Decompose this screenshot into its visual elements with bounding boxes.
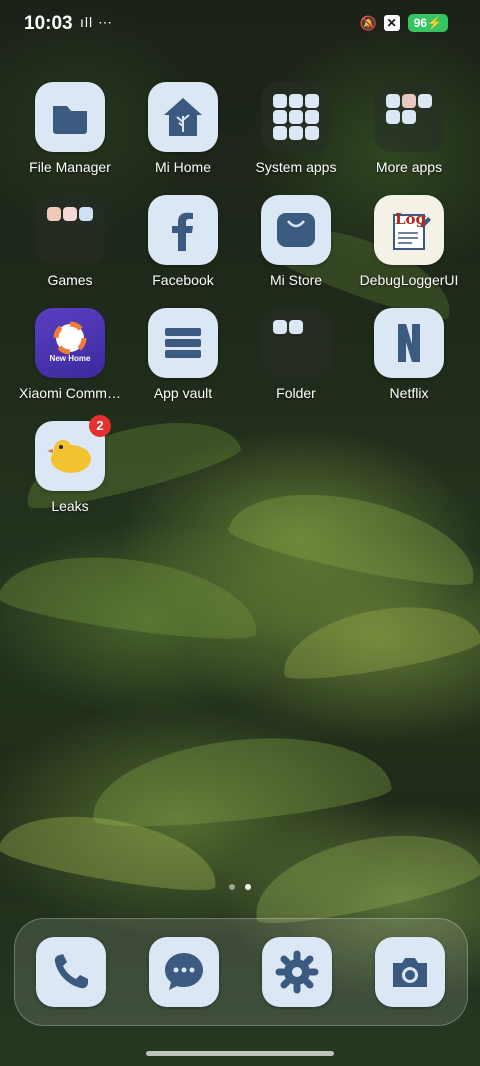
app-app-vault[interactable]: App vault [127,308,239,420]
page-dot[interactable] [229,884,235,890]
camera-icon[interactable] [375,937,445,1007]
app-mini-icon [402,94,416,108]
game-mini-icon [79,207,93,221]
home-gesture-bar[interactable] [146,1051,334,1056]
new-home-text: New Home [49,354,91,363]
app-label: Netflix [389,385,429,401]
log-icon-text: Log [395,210,427,228]
foliage [86,724,394,836]
folder-icon [35,82,105,152]
shopping-bag-icon [261,195,331,265]
app-label: Xiaomi Comm… [19,385,121,401]
app-label: Folder [276,385,316,401]
compass-mini-icon [273,126,287,140]
app-folder-system-apps[interactable]: System apps [240,82,352,194]
app-label: More apps [375,159,443,175]
app-netflix[interactable]: Netflix [353,308,465,420]
app-label: Facebook [152,272,214,288]
app-folder-icon [261,308,331,378]
app-facebook[interactable]: Facebook [127,195,239,307]
app-label: Games [47,272,93,288]
recorder-mini-icon [289,126,303,140]
phone-icon[interactable] [36,937,106,1007]
clock-mini-icon [289,320,303,334]
page-dot-active[interactable] [245,884,251,890]
app-xiaomi-community[interactable]: New Home Xiaomi Comm… [14,308,126,420]
app-mi-home[interactable]: Mi Home [127,82,239,194]
app-label: Leaks [51,498,89,514]
log-icon: Log [374,195,444,265]
contacts-mini-icon [273,94,287,108]
app-label: DebugLoggerUI [359,272,459,288]
home-tree-icon [148,82,218,152]
spotify-mini-icon [402,110,416,124]
app-debuglogger[interactable]: Log DebugLoggerUI [353,195,465,307]
app-label: Mi Store [269,272,323,288]
foliage [225,474,480,596]
gallery-mini-icon [289,110,303,124]
linkedin-mini-icon [386,110,400,124]
calendar-mini-icon [289,94,303,108]
calendar-mini-icon [273,320,287,334]
foliage [0,542,264,648]
battery-indicator: 96⚡ [407,14,448,32]
app-leaks[interactable]: 2 Leaks [14,415,126,533]
page-indicator[interactable] [0,884,480,890]
app-label: File Manager [29,159,111,175]
new-home-icon: New Home [35,308,105,378]
close-box-icon: ✕ [383,15,400,31]
app-mi-store[interactable]: Mi Store [240,195,352,307]
status-bar: 10:03 ıll ⋯ 🔕 ✕ 96⚡ [0,0,480,48]
weather-mini-icon [273,110,287,124]
cloud-mini-icon [305,126,319,140]
netflix-icon [374,308,444,378]
vault-icon [148,308,218,378]
notification-icons: ıll ⋯ [80,14,113,30]
notification-badge: 2 [89,415,111,437]
user-mini-icon [305,110,319,124]
app-folder-games[interactable]: Games [14,195,126,307]
mute-bell-icon: 🔕 [359,15,378,31]
foliage [245,816,480,934]
messages-icon[interactable] [149,937,219,1007]
bird-icon: 2 [35,415,111,491]
app-folder-more-apps[interactable]: More apps [353,82,465,194]
settings-icon[interactable] [262,937,332,1007]
facebook-icon [148,195,218,265]
game-mini-icon [63,207,77,221]
app-mini-icon [418,94,432,108]
battery-level: 96 [413,16,428,30]
dock [14,918,468,1026]
notes-mini-icon [305,94,319,108]
app-label: System apps [255,159,337,175]
game-mini-icon [47,207,61,221]
foliage [276,593,480,687]
app-file-manager[interactable]: File Manager [14,82,126,194]
clock: 10:03 [24,13,73,34]
app-folder-icon [261,82,331,152]
app-label: App vault [153,385,213,401]
app-label: Mi Home [154,159,211,175]
app-mini-icon [386,94,400,108]
app-folder-icon [35,195,105,265]
app-folder-icon [374,82,444,152]
app-folder-folder[interactable]: Folder [240,308,352,420]
